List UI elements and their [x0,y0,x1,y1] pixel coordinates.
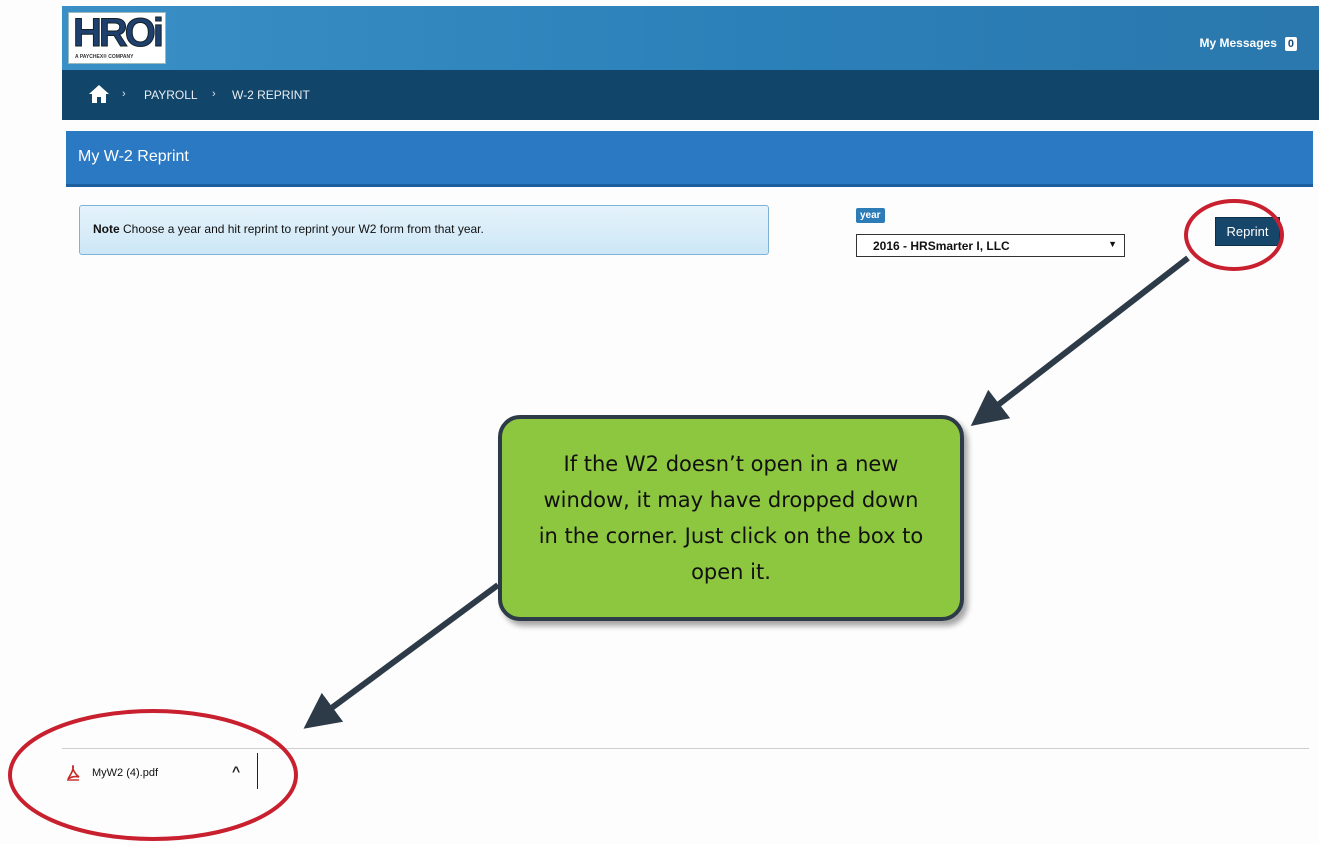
reprint-highlight-circle [1184,199,1284,271]
download-highlight-circle [8,709,298,841]
callout-text: If the W2 doesn’t open in a new window, … [538,452,924,584]
arrow-to-download [303,582,500,729]
instruction-callout: If the W2 doesn’t open in a new window, … [498,415,964,621]
arrow-to-callout [970,255,1190,427]
